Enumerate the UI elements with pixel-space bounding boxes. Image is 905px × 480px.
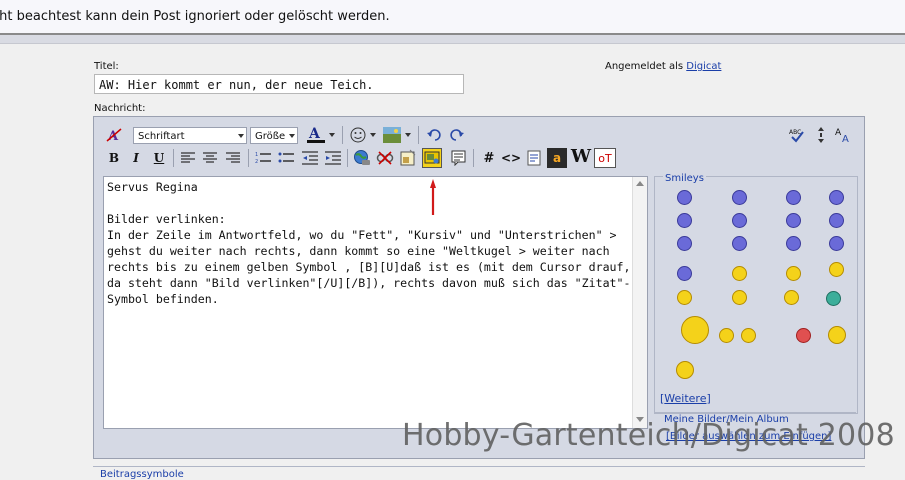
smiley-icon[interactable]	[829, 236, 844, 251]
scroll-up-icon[interactable]	[636, 181, 644, 186]
smiley-icon[interactable]	[677, 213, 692, 228]
notice-text: cht beachtest kann dein Post ignoriert o…	[0, 9, 390, 24]
link-image-icon[interactable]	[422, 148, 442, 168]
watermark: Hobby-Gartenteich/Digicat 2008	[402, 418, 895, 453]
php-code-icon[interactable]	[525, 148, 545, 168]
more-bracket-close: ]	[706, 392, 711, 405]
code-button[interactable]: <>	[501, 148, 521, 168]
unordered-list-icon[interactable]	[276, 148, 296, 168]
red-arrow-annotation	[430, 179, 436, 215]
more-smileys-link[interactable]: Weitere	[664, 392, 706, 405]
align-center-icon[interactable]	[200, 148, 220, 168]
toolbar-separator	[342, 126, 343, 144]
font-color-letter: A	[308, 126, 321, 142]
bold-button[interactable]: B	[104, 148, 124, 168]
offtopic-button[interactable]: oT	[594, 148, 616, 168]
smileys-legend: Smileys	[663, 173, 706, 184]
svg-text:A: A	[835, 128, 842, 138]
smiley-icon[interactable]	[796, 328, 811, 343]
size-select[interactable]: Größe	[250, 127, 298, 144]
unlink-icon[interactable]	[375, 148, 395, 168]
smiley-icon[interactable]	[677, 190, 692, 205]
username-link[interactable]: Digicat	[686, 61, 721, 72]
spellcheck-icon[interactable]: ABC	[787, 125, 807, 145]
insert-image-icon[interactable]	[398, 148, 418, 168]
outdent-icon[interactable]	[300, 148, 320, 168]
quote-icon[interactable]	[449, 148, 469, 168]
textarea-scrollbar[interactable]	[632, 177, 647, 428]
smiley-icon[interactable]	[719, 328, 734, 343]
notice-bar: cht beachtest kann dein Post ignoriert o…	[0, 0, 905, 33]
smiley-icon[interactable]	[732, 190, 747, 205]
indent-icon[interactable]	[323, 148, 343, 168]
smiley-icon[interactable]	[786, 266, 801, 281]
svg-text:A: A	[842, 134, 849, 144]
remove-format-icon[interactable]: A	[104, 125, 124, 145]
toolbar-separator	[473, 149, 474, 167]
login-text: Angemeldet als	[605, 61, 684, 72]
smiley-icon[interactable]	[677, 266, 692, 281]
smiley-icon[interactable]	[348, 125, 368, 145]
toolbar-separator	[248, 149, 249, 167]
divider	[93, 466, 865, 467]
wiki-button[interactable]: W	[571, 146, 591, 167]
smiley-icon[interactable]	[786, 236, 801, 251]
smiley-icon[interactable]	[829, 190, 844, 205]
chevron-down-icon[interactable]	[403, 125, 413, 145]
thumbs-up-smiley-icon[interactable]	[681, 316, 709, 344]
undo-icon[interactable]	[424, 125, 444, 145]
toolbar-separator	[418, 126, 419, 144]
toolbar-separator	[347, 149, 348, 167]
underline-button[interactable]: U	[149, 148, 169, 168]
chevron-down-icon	[289, 134, 295, 138]
size-select-value: Größe	[255, 131, 286, 142]
message-text: Servus Regina Bilder verlinken: In der Z…	[107, 180, 631, 306]
smiley-icon[interactable]	[741, 328, 756, 343]
smiley-icon[interactable]	[826, 291, 841, 306]
smiley-icon[interactable]	[784, 290, 799, 305]
redo-icon[interactable]	[447, 125, 467, 145]
ordered-list-icon[interactable]: 12	[253, 148, 273, 168]
align-right-icon[interactable]	[223, 148, 243, 168]
more-smileys: [Weitere]	[660, 392, 711, 405]
svg-text:2: 2	[255, 159, 258, 165]
italic-button[interactable]: I	[126, 148, 146, 168]
smiley-icon[interactable]	[786, 213, 801, 228]
smiley-icon[interactable]	[829, 262, 844, 277]
smiley-icon[interactable]	[786, 190, 801, 205]
text-size-icon[interactable]: AA	[834, 125, 854, 145]
smiley-icon[interactable]	[732, 213, 747, 228]
chevron-down-icon	[238, 134, 244, 138]
smiley-icon[interactable]	[828, 326, 846, 344]
chevron-down-icon[interactable]	[368, 125, 378, 145]
align-left-icon[interactable]	[178, 148, 198, 168]
font-select-value: Schriftart	[138, 131, 185, 142]
message-label: Nachricht:	[94, 103, 146, 114]
svg-text:1: 1	[255, 152, 258, 158]
globe-link-icon[interactable]	[352, 148, 372, 168]
smiley-icon[interactable]	[676, 361, 694, 379]
amazon-button[interactable]: a	[547, 148, 567, 168]
font-select[interactable]: Schriftart	[133, 127, 247, 144]
smiley-icon[interactable]	[732, 266, 747, 281]
image-picker-icon[interactable]	[382, 125, 402, 145]
divider-band	[0, 35, 905, 44]
hashtag-button[interactable]: #	[479, 148, 499, 168]
message-textarea[interactable]: Servus Regina Bilder verlinken: In der Z…	[103, 176, 648, 429]
title-input[interactable]: AW: Hier kommt er nun, der neue Teich.	[94, 74, 464, 94]
login-status: Angemeldet als Digicat	[605, 61, 721, 72]
smiley-icon[interactable]	[829, 213, 844, 228]
post-icons-label: Beitragssymbole	[100, 469, 184, 480]
smiley-icon[interactable]	[732, 236, 747, 251]
chevron-down-icon[interactable]	[327, 125, 337, 145]
title-label: Titel:	[94, 61, 119, 72]
toolbar-separator	[173, 149, 174, 167]
smiley-icon[interactable]	[677, 290, 692, 305]
font-color-button[interactable]: A	[306, 124, 326, 144]
resize-icon[interactable]	[813, 125, 829, 145]
smiley-icon[interactable]	[677, 236, 692, 251]
smiley-icon[interactable]	[732, 290, 747, 305]
